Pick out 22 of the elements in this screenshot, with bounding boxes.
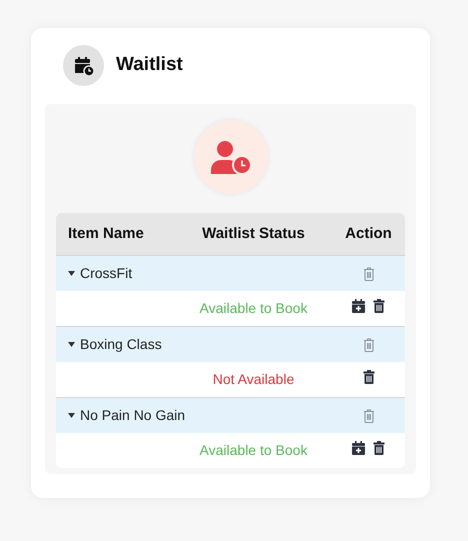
waitlist-status: Available to Book xyxy=(198,441,308,460)
trash-outline-icon[interactable] xyxy=(362,338,374,352)
calendar-plus-icon[interactable] xyxy=(352,298,365,312)
trash-icon[interactable] xyxy=(373,298,385,312)
waitlist-status: Available to Book xyxy=(198,299,308,318)
trash-outline-icon[interactable] xyxy=(362,266,374,280)
trash-icon[interactable] xyxy=(362,370,374,384)
trash-outline-icon[interactable] xyxy=(362,408,374,422)
caret-down-icon[interactable] xyxy=(68,271,75,276)
caret-down-icon[interactable] xyxy=(68,413,75,418)
column-header: Action xyxy=(344,224,393,244)
page-title: Waitlist xyxy=(116,53,183,78)
caret-down-icon[interactable] xyxy=(68,342,75,347)
item-name: No Pain No Gain xyxy=(80,406,186,425)
item-name: Boxing Class xyxy=(80,335,162,354)
waitlist-status: Not Available xyxy=(212,370,296,389)
calendar-clock-icon xyxy=(63,45,104,86)
item-name: CrossFit xyxy=(80,264,132,283)
column-header: Waitlist Status xyxy=(201,224,306,244)
column-header: Item Name xyxy=(67,224,145,244)
trash-icon[interactable] xyxy=(373,440,385,454)
calendar-plus-icon[interactable] xyxy=(352,440,365,454)
